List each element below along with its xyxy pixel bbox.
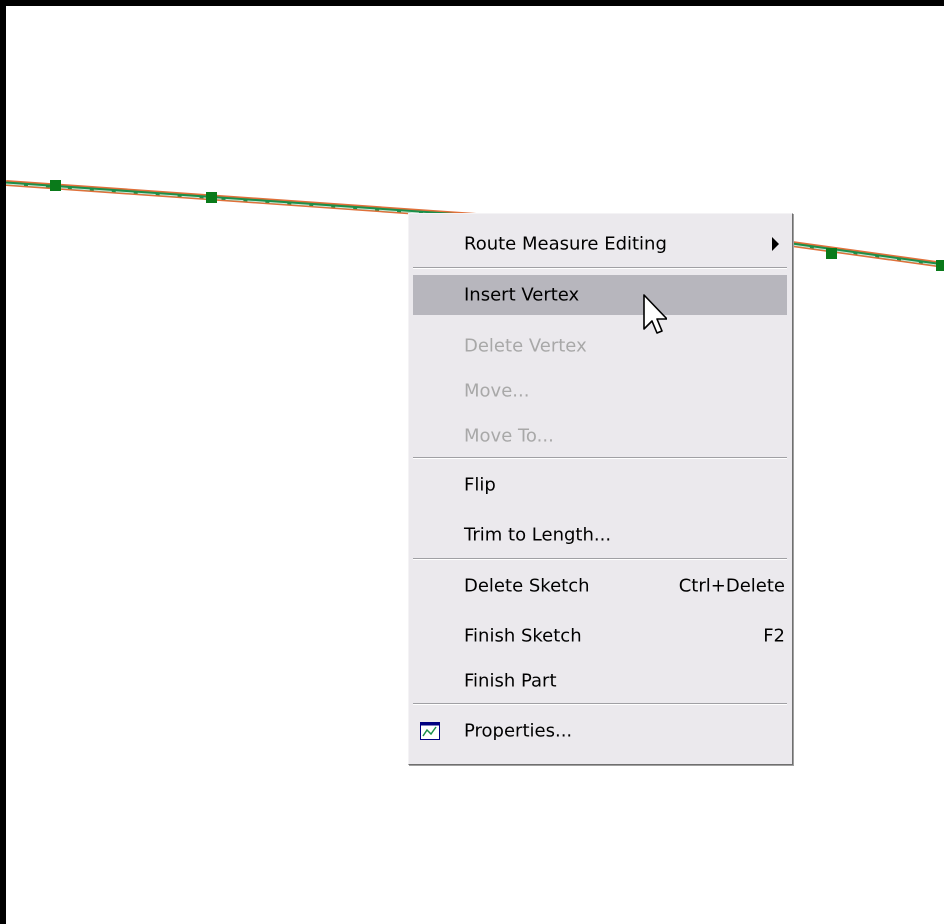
menu-separator <box>413 703 787 705</box>
menu-item-label: Delete Vertex <box>464 335 587 357</box>
menu-item-label: Trim to Length... <box>464 524 612 546</box>
menu-item-label: Move To... <box>464 425 554 447</box>
menu-item-trim-to-length[interactable]: Trim to Length... <box>413 515 787 555</box>
menu-item-move-to[interactable]: Move To... <box>413 416 787 456</box>
sketch-segment-left <box>6 181 477 218</box>
menu-item-label: Delete Sketch <box>464 575 590 597</box>
menu-item-label: Properties... <box>464 720 573 742</box>
vertex-marker <box>936 260 944 271</box>
menu-item-label: Flip <box>464 474 496 496</box>
menu-item-finish-part[interactable]: Finish Part <box>413 661 787 701</box>
submenu-arrow-icon <box>772 237 779 251</box>
menu-item-insert-vertex[interactable]: Insert Vertex <box>413 275 787 315</box>
menu-item-properties[interactable]: Properties... <box>413 711 787 751</box>
menu-item-route-measure-editing[interactable]: Route Measure Editing <box>413 224 787 264</box>
vertex-marker <box>50 180 61 191</box>
menu-separator <box>413 558 787 560</box>
context-menu: Route Measure Editing Insert Vertex Dele… <box>408 213 793 765</box>
menu-item-flip[interactable]: Flip <box>413 465 787 505</box>
mouse-pointer-icon <box>643 294 667 334</box>
menu-item-shortcut: F2 <box>763 625 785 647</box>
menu-item-label: Finish Part <box>464 670 557 692</box>
menu-item-label: Move... <box>464 380 530 402</box>
sketch-segment-right <box>791 242 944 267</box>
vertex-marker <box>826 248 837 259</box>
menu-separator <box>413 457 787 459</box>
menu-item-move[interactable]: Move... <box>413 371 787 411</box>
menu-item-label: Insert Vertex <box>464 284 580 306</box>
menu-item-finish-sketch[interactable]: Finish Sketch F2 <box>413 616 787 656</box>
menu-item-label: Route Measure Editing <box>464 233 667 255</box>
menu-item-label: Finish Sketch <box>464 625 582 647</box>
properties-icon <box>420 722 440 740</box>
menu-separator <box>413 267 787 269</box>
menu-item-shortcut: Ctrl+Delete <box>678 575 785 597</box>
sketch-segment-left-highlight <box>6 183 477 218</box>
vertex-marker <box>206 192 217 203</box>
menu-item-delete-vertex[interactable]: Delete Vertex <box>413 326 787 366</box>
menu-item-delete-sketch[interactable]: Delete Sketch Ctrl+Delete <box>413 566 787 606</box>
